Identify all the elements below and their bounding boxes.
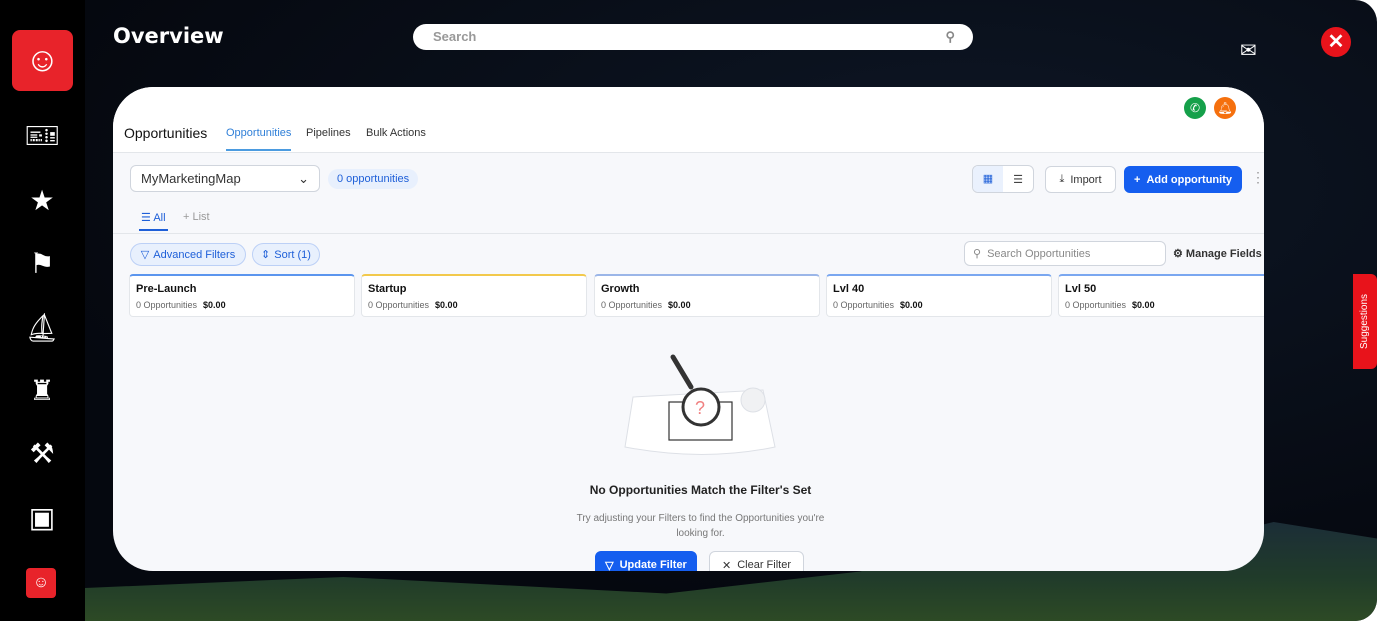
flag-icon[interactable]: ⚑ xyxy=(22,246,62,282)
download-icon: ⤓ xyxy=(1059,173,1065,185)
star-icon[interactable]: ★ xyxy=(22,183,62,219)
global-search-input[interactable]: Search ⚲ xyxy=(413,24,973,50)
stage-column[interactable]: Lvl 40 0 Opportunities $0.00 xyxy=(826,274,1052,317)
tab-pipelines[interactable]: Pipelines xyxy=(306,127,351,149)
stage-value: $0.00 xyxy=(203,300,226,310)
stage-count: 0 Opportunities xyxy=(136,300,198,310)
pickaxe-icon[interactable]: ⚒ xyxy=(22,436,62,472)
pipeline-select-value: MyMarketingMap xyxy=(141,171,241,186)
view-tab-list[interactable]: + List xyxy=(183,211,210,223)
empty-state-title: No Opportunities Match the Filter's Set xyxy=(589,483,812,497)
stage-value: $0.00 xyxy=(435,300,458,310)
pipeline-select[interactable]: MyMarketingMap ⌄ xyxy=(130,165,320,192)
stage-value: $0.00 xyxy=(900,300,923,310)
suggestions-tab[interactable]: Suggestions xyxy=(1353,274,1377,369)
top-bar: ✆ 🔔︎ xyxy=(113,87,1264,125)
stage-count: 0 Opportunities xyxy=(1065,300,1127,310)
count-badge: 0 opportunities xyxy=(328,169,419,189)
stage-name: Growth xyxy=(601,283,640,295)
list-view-icon[interactable]: ☰ xyxy=(1003,173,1033,186)
clear-filter-button[interactable]: ✕ Clear Filter xyxy=(709,551,804,571)
profile-avatar[interactable]: ☺ xyxy=(26,568,56,598)
chevron-down-icon: ⌄ xyxy=(298,170,309,186)
sort-button[interactable]: ⇕ Sort (1) xyxy=(252,243,320,266)
stage-name: Pre-Launch xyxy=(136,283,197,295)
update-filter-button[interactable]: ▽ Update Filter xyxy=(595,551,697,571)
stage-column[interactable]: Startup 0 Opportunities $0.00 xyxy=(361,274,587,317)
castle-icon[interactable]: ♜ xyxy=(22,373,62,409)
view-tab-all[interactable]: ☰ All xyxy=(139,211,168,231)
filter-icon: ▽ xyxy=(140,249,150,261)
search-opportunities-placeholder: Search Opportunities xyxy=(987,247,1091,260)
advanced-filters-label: Advanced Filters xyxy=(153,248,236,261)
import-label: Import xyxy=(1070,173,1102,186)
nav-bar: Opportunities Opportunities Pipelines Bu… xyxy=(113,125,1264,153)
tab-bulk-actions[interactable]: Bulk Actions xyxy=(366,127,426,149)
map-icon[interactable]: ✉ xyxy=(1240,38,1257,63)
stage-name: Lvl 50 xyxy=(1065,283,1097,295)
tab-opportunities[interactable]: Opportunities xyxy=(226,127,292,151)
manage-fields-label: Manage Fields xyxy=(1185,248,1262,260)
search-icon: ⚲ xyxy=(945,29,955,44)
more-options-icon[interactable]: ⋮ xyxy=(1251,169,1264,186)
filter-icon: ▽ xyxy=(605,560,614,571)
close-button[interactable]: ✕ xyxy=(1321,27,1351,57)
view-tab-all-label: All xyxy=(153,212,166,224)
bell-icon[interactable]: 🔔︎ xyxy=(1214,97,1236,119)
sailboat-icon[interactable]: ⛵︎ xyxy=(22,310,62,346)
opportunities-panel: ✆ 🔔︎ Opportunities Opportunities Pipelin… xyxy=(113,87,1264,571)
view-tab-list-label: List xyxy=(192,211,210,223)
sort-label: Sort (1) xyxy=(274,248,311,261)
list-icon: ☰ xyxy=(141,212,154,224)
search-placeholder: Search xyxy=(433,29,477,44)
brand-logo[interactable]: ☺ xyxy=(12,30,73,91)
empty-state-illustration: ? xyxy=(624,354,776,455)
page-title: Overview xyxy=(113,24,224,48)
stage-count: 0 Opportunities xyxy=(833,300,895,310)
phone-icon[interactable]: ✆ xyxy=(1184,97,1206,119)
advanced-filters-button[interactable]: ▽ Advanced Filters xyxy=(130,243,246,266)
chest-icon[interactable]: ▣ xyxy=(22,500,62,536)
stage-column[interactable]: Pre-Launch 0 Opportunities $0.00 xyxy=(129,274,355,317)
import-button[interactable]: ⤓ Import xyxy=(1045,166,1116,193)
sidebar: ☺ 🎫︎ ★ ⚑ ⛵︎ ♜ ⚒ ▣ ☺ xyxy=(0,0,85,621)
stage-name: Startup xyxy=(368,283,407,295)
stage-value: $0.00 xyxy=(1132,300,1155,310)
section-heading: Opportunities xyxy=(124,125,208,141)
close-icon: ✕ xyxy=(721,560,732,571)
stage-name: Lvl 40 xyxy=(833,283,865,295)
clear-filter-label: Clear Filter xyxy=(737,559,791,571)
ticket-icon[interactable]: 🎫︎ xyxy=(22,118,62,154)
stage-count: 0 Opportunities xyxy=(368,300,430,310)
update-filter-label: Update Filter xyxy=(619,559,687,571)
stage-column[interactable]: Lvl 50 0 Opportunities $0.00 xyxy=(1058,274,1264,317)
add-opportunity-button[interactable]: + Add opportunity xyxy=(1124,166,1242,193)
stage-count: 0 Opportunities xyxy=(601,300,663,310)
add-label: Add opportunity xyxy=(1146,173,1232,186)
search-icon: ⚲ xyxy=(973,248,982,260)
grid-view-icon[interactable]: ▦ xyxy=(973,166,1003,192)
stage-column[interactable]: Growth 0 Opportunities $0.00 xyxy=(594,274,820,317)
plus-icon: + xyxy=(1134,173,1141,186)
view-toggle: ▦ ☰ xyxy=(972,165,1034,193)
empty-state-text: Try adjusting your Filters to find the O… xyxy=(576,513,825,539)
svg-text:?: ? xyxy=(695,398,705,418)
gear-icon: ⚙ xyxy=(1173,248,1186,260)
stage-value: $0.00 xyxy=(668,300,691,310)
sort-icon: ⇕ xyxy=(261,249,271,261)
divider xyxy=(113,233,1264,234)
search-opportunities-input[interactable]: ⚲ Search Opportunities xyxy=(964,241,1166,266)
manage-fields-button[interactable]: ⚙ Manage Fields xyxy=(1173,247,1262,260)
